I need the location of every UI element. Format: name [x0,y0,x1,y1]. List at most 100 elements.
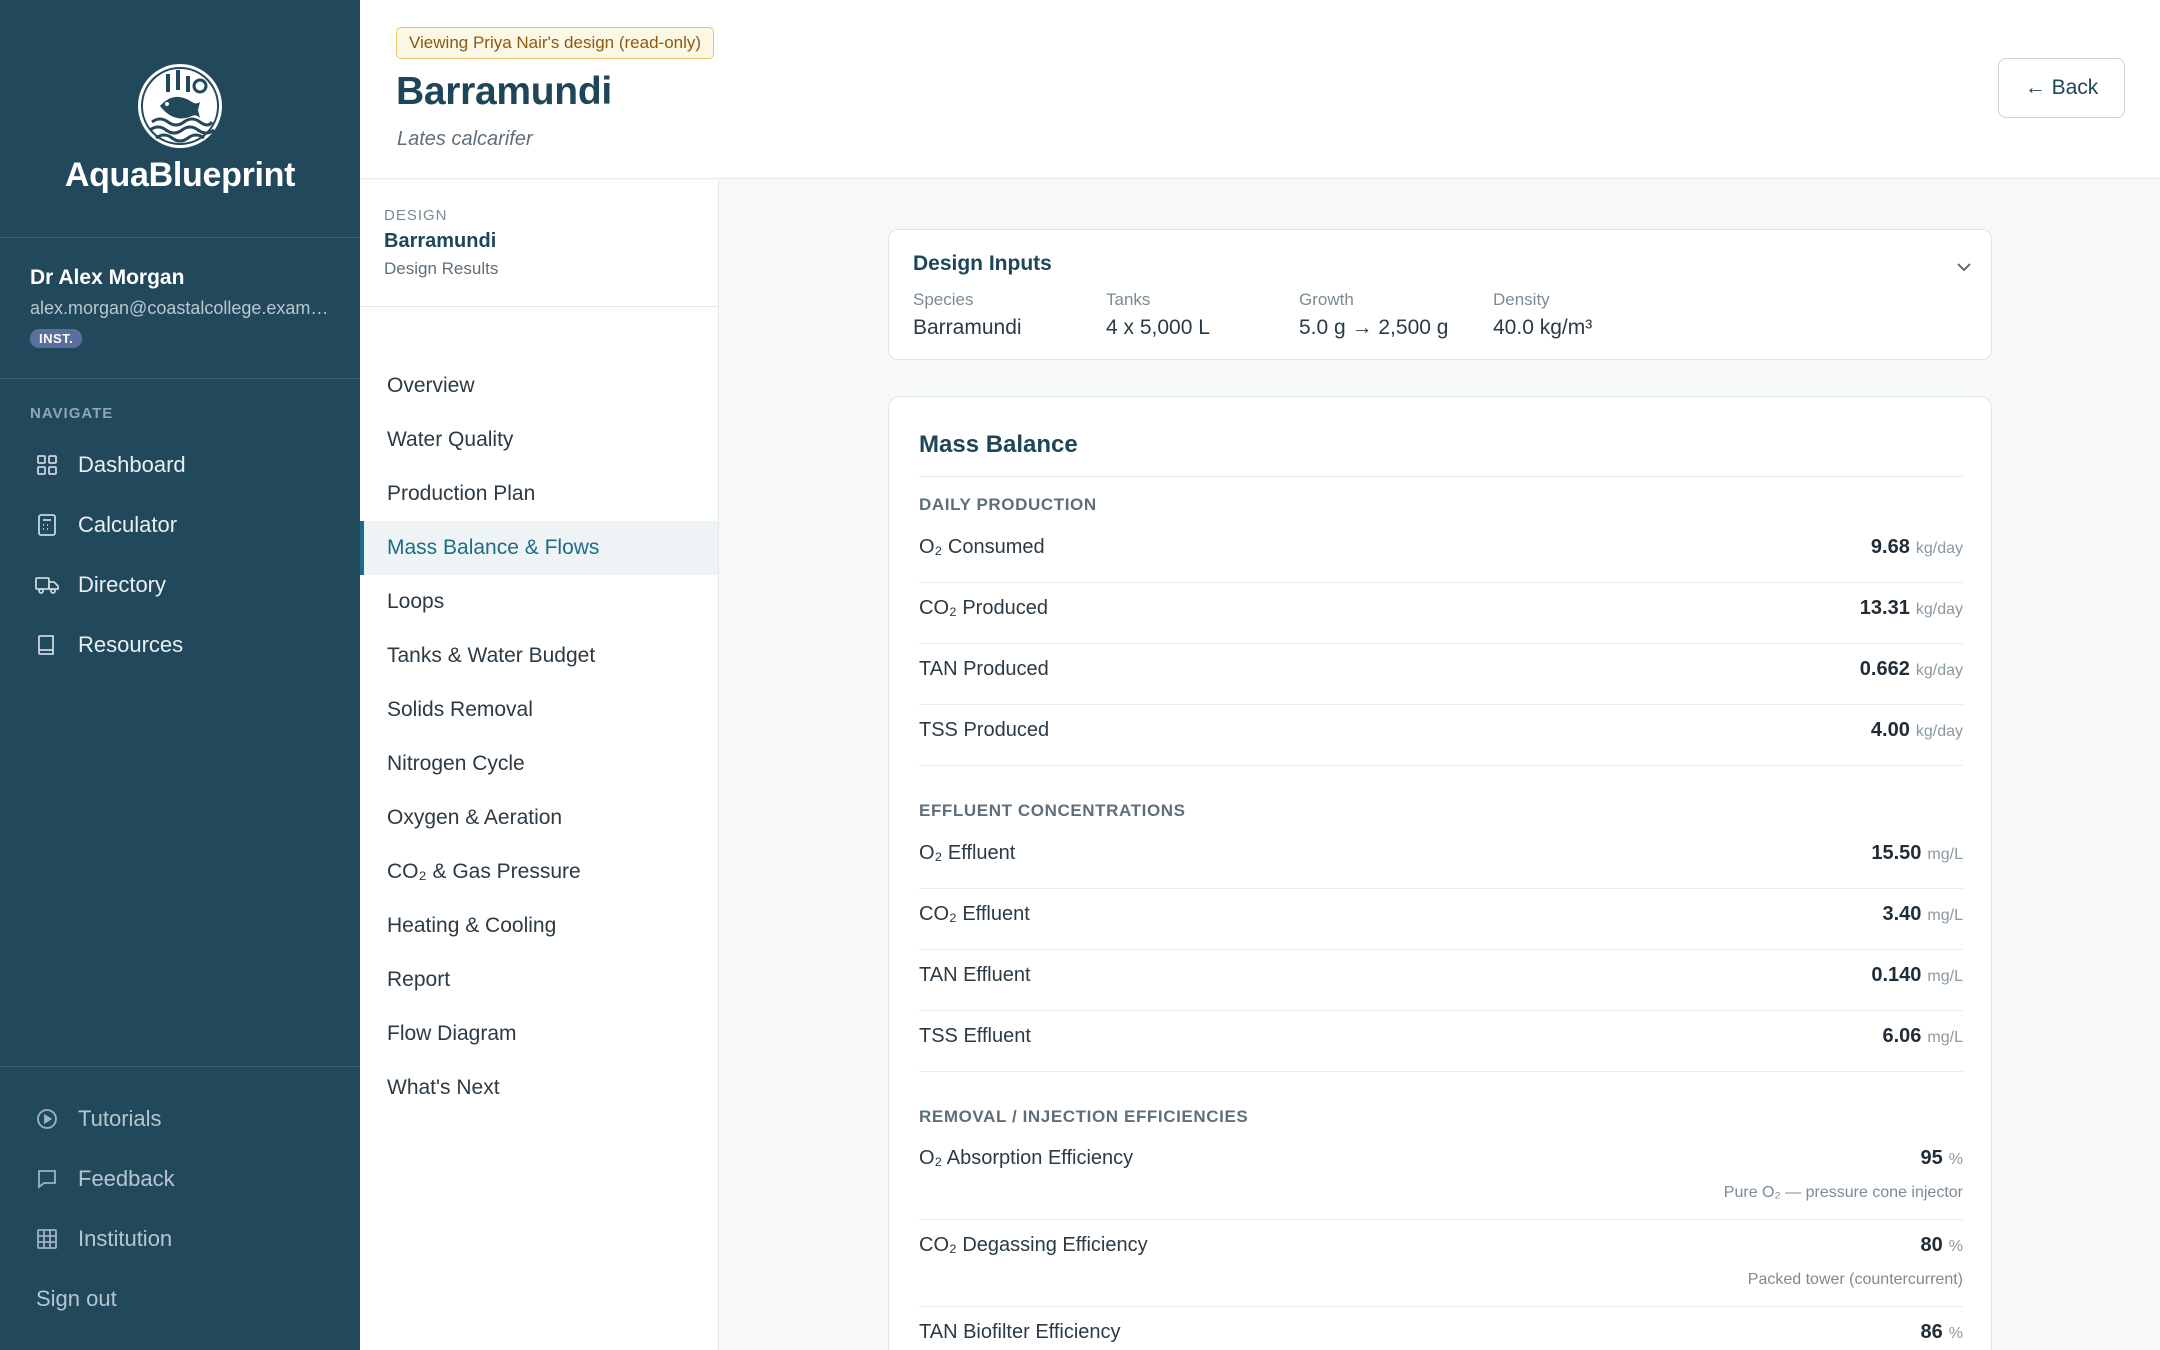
back-button[interactable]: ← Back [1998,58,2125,118]
mass-balance-card: Mass Balance DAILY PRODUCTION O₂ Consumed… [888,396,1992,1350]
fish-logo-icon [138,64,222,148]
brand-name: AquaBlueprint [64,156,296,194]
metric-row: TAN Biofilter Efficiency 86% [919,1307,1963,1350]
metric-value: 3.40 mg/L [1882,903,1963,926]
metric-number: 86 [1920,1321,1943,1343]
input-density: Density 40.0 kg/m³ [1493,290,1592,340]
truck-icon [34,572,60,598]
section-nav-item[interactable]: CO₂ & Gas Pressure [360,845,718,899]
design-inputs-title: Design Inputs [913,252,1052,275]
metric-value: 15.50 mg/L [1871,842,1963,865]
section-nav-item[interactable]: Nitrogen Cycle [360,737,718,791]
section-nav-item[interactable]: Loops [360,575,718,629]
metric-value: 4.00 kg/day [1871,719,1963,742]
metric-unit: kg/day [1915,662,1963,679]
metric-label: CO₂ Effluent [919,903,1030,925]
input-label: Growth [1299,290,1354,309]
metric-row: O₂ Absorption Efficiency 95% Pure O₂ — pre… [919,1133,1963,1220]
metric-note: Packed tower (countercurrent) [1747,1271,1963,1288]
nav-item-tutorials[interactable]: Tutorials [34,1099,162,1139]
readonly-banner: Viewing Priya Nair's design (read-only) [396,27,715,59]
metric-row: TAN Effluent 0.140 mg/L [919,950,1963,1011]
nav-item-calculator[interactable]: Calculator [34,505,177,545]
metric-row: O₂ Consumed 9.68 kg/day [919,522,1963,583]
metric-label: TAN Biofilter Efficiency [919,1321,1121,1343]
sidebar-divider [0,1066,360,1067]
section-nav-item[interactable]: Mass Balance & Flows [360,521,718,575]
nav-label: Feedback [78,1166,175,1191]
nav-item-directory[interactable]: Directory [34,565,166,605]
metric-number: 15.50 [1871,842,1922,864]
nav-heading: NAVIGATE [30,405,114,422]
metric-row: TSS Produced 4.00 kg/day [919,705,1963,766]
section-nav-item[interactable]: Tanks & Water Budget [360,629,718,683]
chevron-down-icon[interactable] [1953,256,1975,278]
input-tanks: Tanks 4 x 5,000 L [1106,290,1210,340]
user-profile: Dr Alex Morgan alex.morgan@coastalcolleg… [30,266,340,348]
section-nav-label: DESIGN [384,207,448,224]
metric-unit: kg/day [1915,540,1963,557]
mass-balance-title: Mass Balance [919,431,1078,458]
daily-production-heading: DAILY PRODUCTION [919,495,1097,514]
metric-unit: % [1948,1151,1963,1168]
metric-row: CO₂ Degassing Efficiency 80% Packed tower … [919,1220,1963,1307]
input-growth: Growth 5.0 g → 2,500 g [1299,290,1448,340]
metric-unit: mg/L [1927,1029,1963,1046]
sign-out-link[interactable]: Sign out [36,1279,117,1319]
metric-row: O₂ Effluent 15.50 mg/L [919,828,1963,889]
metric-label: O₂ Effluent [919,842,1016,864]
metric-label: CO₂ Degassing Efficiency [919,1234,1148,1256]
section-nav-item[interactable]: Heating & Cooling [360,899,718,953]
app-sidebar: AquaBlueprint Dr Alex Morgan alex.morgan… [0,0,360,1350]
metric-number: 4.00 [1870,719,1910,741]
metric-number: 80 [1920,1234,1943,1256]
role-badge: INST. [30,329,83,348]
metric-number: 13.31 [1859,597,1910,619]
nav-label: Institution [78,1226,173,1251]
nav-label: Calculator [78,512,178,537]
section-nav-item[interactable]: Water Quality [360,413,718,467]
metric-number: 0.662 [1859,658,1910,680]
section-nav-item[interactable]: Report [360,953,718,1007]
nav-item-institution[interactable]: Institution [34,1219,172,1259]
nav-item-dashboard[interactable]: Dashboard [34,445,186,485]
metric-row: TAN Produced 0.662 kg/day [919,644,1963,705]
metric-unit: mg/L [1927,907,1963,924]
design-inputs-card[interactable]: Design Inputs Species Barramundi Tanks 4… [888,229,1992,360]
metric-number: 0.140 [1871,964,1922,986]
input-label: Species [913,290,974,309]
sidebar-divider [0,237,360,238]
section-nav-item[interactable]: Overview [360,359,718,413]
metric-value: 0.662 kg/day [1860,658,1963,681]
metric-row: CO₂ Effluent 3.40 mg/L [919,889,1963,950]
metric-value: 80% [1921,1234,1963,1257]
metric-label: TSS Effluent [919,1025,1031,1047]
efficiencies-heading: REMOVAL / INJECTION EFFICIENCIES [919,1107,1249,1126]
metric-number: 9.68 [1870,536,1910,558]
metric-value: 95% [1921,1147,1963,1170]
input-label: Density [1493,290,1550,309]
grid-icon [34,452,60,478]
nav-label: Directory [78,572,167,597]
metric-value: 13.31 kg/day [1860,597,1963,620]
metric-label: TSS Produced [919,719,1050,741]
section-nav-item[interactable]: Solids Removal [360,683,718,737]
metric-unit: mg/L [1927,968,1963,985]
page-header: Viewing Priya Nair's design (read-only) … [360,0,2160,179]
building-grid-icon [34,1226,60,1252]
metric-row: CO₂ Produced 13.31 kg/day [919,583,1963,644]
input-value: 5.0 g → 2,500 g [1299,316,1449,339]
section-nav-item[interactable]: Flow Diagram [360,1007,718,1061]
section-nav-item[interactable]: What's Next [360,1061,718,1115]
metric-unit: % [1948,1238,1963,1255]
brand[interactable]: AquaBlueprint [0,62,360,195]
main-content: Design Inputs Species Barramundi Tanks 4… [720,180,2160,1350]
nav-label: Tutorials [78,1106,162,1131]
metric-unit: kg/day [1915,723,1963,740]
nav-label: Dashboard [78,452,186,477]
section-nav-item[interactable]: Oxygen & Aeration [360,791,718,845]
nav-item-feedback[interactable]: Feedback [34,1159,175,1199]
nav-item-resources[interactable]: Resources [34,625,183,665]
metric-unit: mg/L [1927,846,1963,863]
section-nav-item[interactable]: Production Plan [360,467,718,521]
